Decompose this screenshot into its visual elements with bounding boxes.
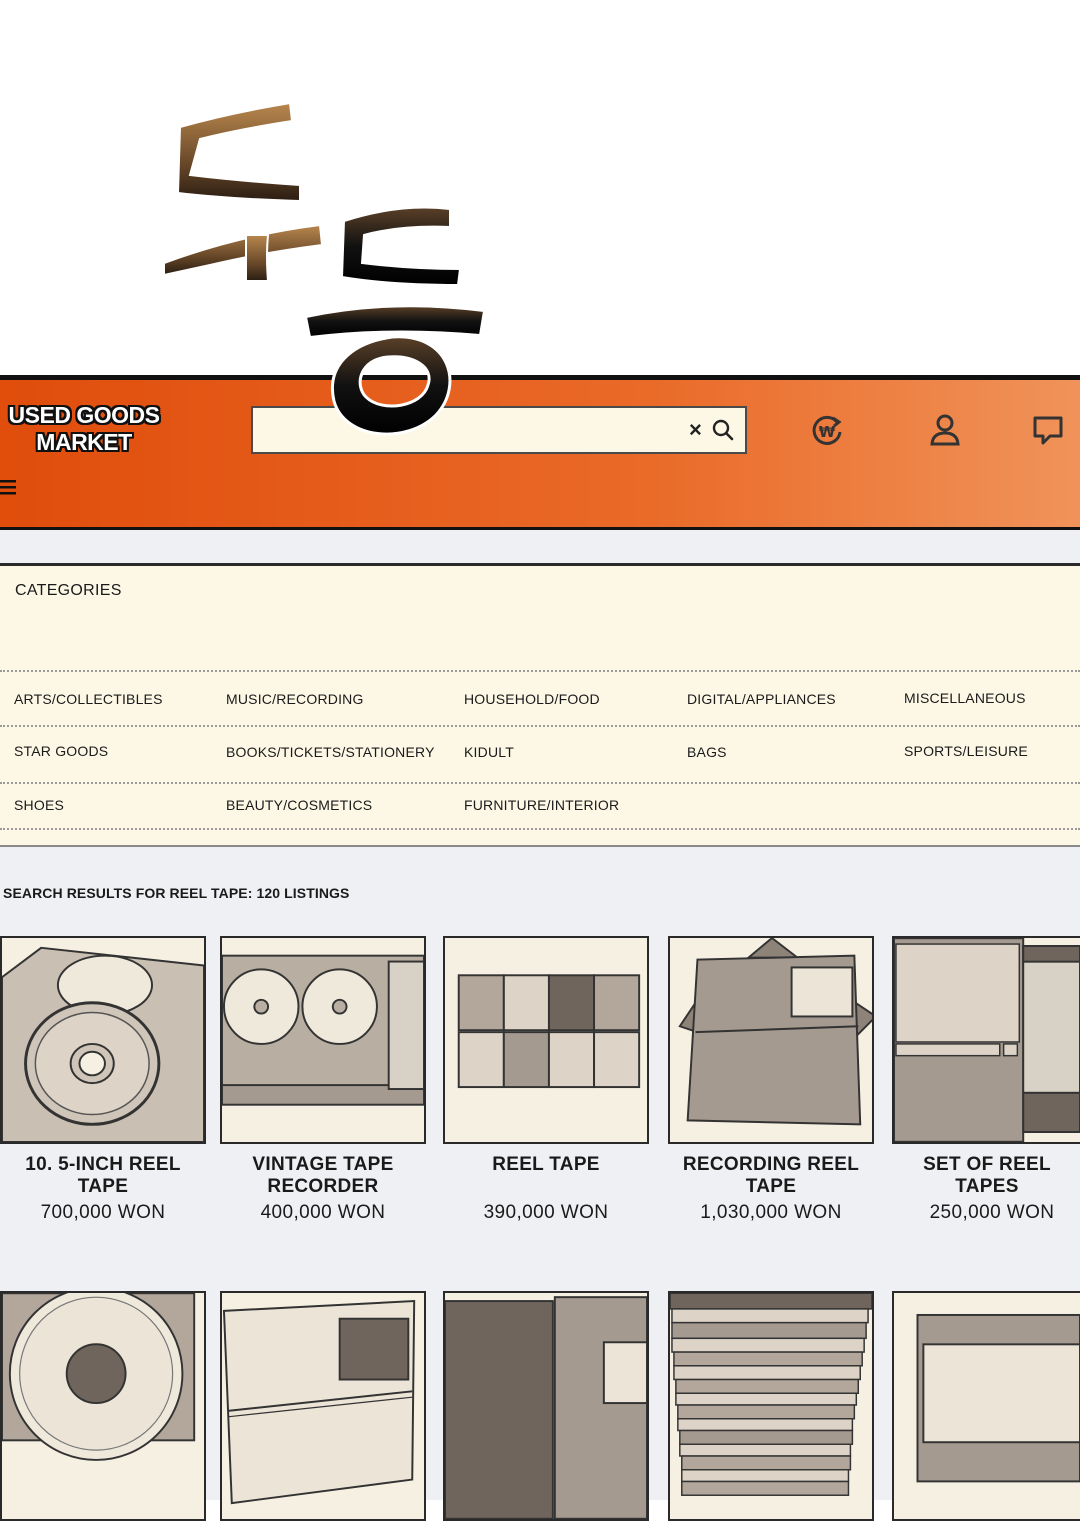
product-image	[892, 936, 1080, 1144]
category-digital-appliances[interactable]: DIGITAL/APPLIANCES	[687, 691, 836, 707]
category-sports-leisure[interactable]: SPORTS/LEISURE	[904, 743, 1028, 759]
category-arts-collectibles[interactable]: ARTS/COLLECTIBLES	[14, 691, 163, 707]
category-kidult[interactable]: KIDULT	[464, 744, 514, 760]
sound-effect-lettering	[163, 101, 486, 436]
chat-icon[interactable]	[1028, 410, 1068, 450]
categories-panel: CATEGORIES ARTS/COLLECTIBLES MUSIC/RECOR…	[0, 563, 1080, 847]
product-price: 390,000 WON	[483, 1202, 609, 1223]
category-music-recording[interactable]: MUSIC/RECORDING	[226, 691, 364, 707]
product-image[interactable]	[220, 1291, 426, 1521]
category-books-tickets-stationery[interactable]: BOOKS/TICKETS/STATIONERY	[226, 744, 435, 760]
category-household-food[interactable]: HOUSEHOLD/FOOD	[464, 691, 600, 707]
divider	[0, 782, 1080, 784]
results-title: SEARCH RESULTS FOR REEL TAPE: 120 LISTIN…	[3, 885, 350, 901]
site-logo[interactable]: USED GOODS MARKET	[4, 402, 164, 456]
user-icon[interactable]	[925, 410, 965, 450]
product-name: RECORDING REEL TAPE	[682, 1154, 860, 1197]
category-miscellaneous[interactable]: MISCELLANEOUS	[904, 690, 1026, 706]
product-price: 1,030,000 WON	[700, 1202, 842, 1223]
divider	[0, 725, 1080, 727]
category-bags[interactable]: BAGS	[687, 744, 727, 760]
clear-search-icon[interactable]: ×	[689, 419, 707, 441]
product-image[interactable]	[668, 1291, 874, 1521]
search-results: SEARCH RESULTS FOR REEL TAPE: 120 LISTIN…	[0, 847, 1080, 1521]
product-image[interactable]	[443, 1291, 649, 1521]
product-name: REEL TAPE	[492, 1154, 600, 1175]
product-image[interactable]	[892, 1291, 1080, 1521]
category-beauty-cosmetics[interactable]: BEAUTY/COSMETICS	[226, 797, 372, 813]
search-icon[interactable]	[711, 418, 735, 442]
divider	[0, 828, 1080, 830]
category-shoes[interactable]: SHOES	[14, 797, 64, 813]
category-furniture-interior[interactable]: FURNITURE/INTERIOR	[464, 797, 619, 813]
divider	[0, 670, 1080, 672]
product-image[interactable]	[0, 1291, 206, 1521]
header-spacer	[0, 530, 1080, 565]
product-price: 700,000 WON	[40, 1202, 166, 1223]
won-refresh-icon[interactable]: ₩	[807, 410, 847, 450]
product-name: SET OF REEL TAPES	[923, 1154, 1051, 1197]
product-image	[443, 936, 649, 1144]
product-price: 250,000 WON	[929, 1202, 1055, 1223]
product-name: VINTAGE TAPE RECORDER	[252, 1154, 394, 1197]
category-star-goods[interactable]: STAR GOODS	[14, 743, 108, 759]
product-image	[0, 936, 206, 1144]
menu-icon[interactable]	[0, 478, 18, 496]
product-price: 400,000 WON	[260, 1202, 386, 1223]
product-name: 10. 5-INCH REEL TAPE	[25, 1154, 181, 1197]
categories-title: CATEGORIES	[15, 582, 122, 599]
product-image	[668, 936, 874, 1144]
product-image	[220, 936, 426, 1144]
svg-text:₩: ₩	[819, 423, 836, 441]
